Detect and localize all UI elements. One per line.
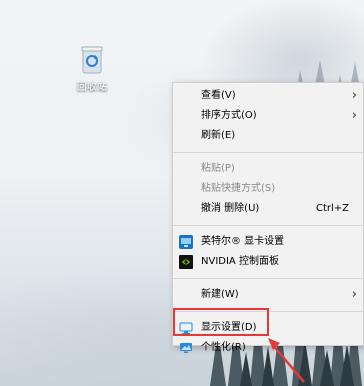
annotation-arrow-icon: [268, 338, 305, 383]
